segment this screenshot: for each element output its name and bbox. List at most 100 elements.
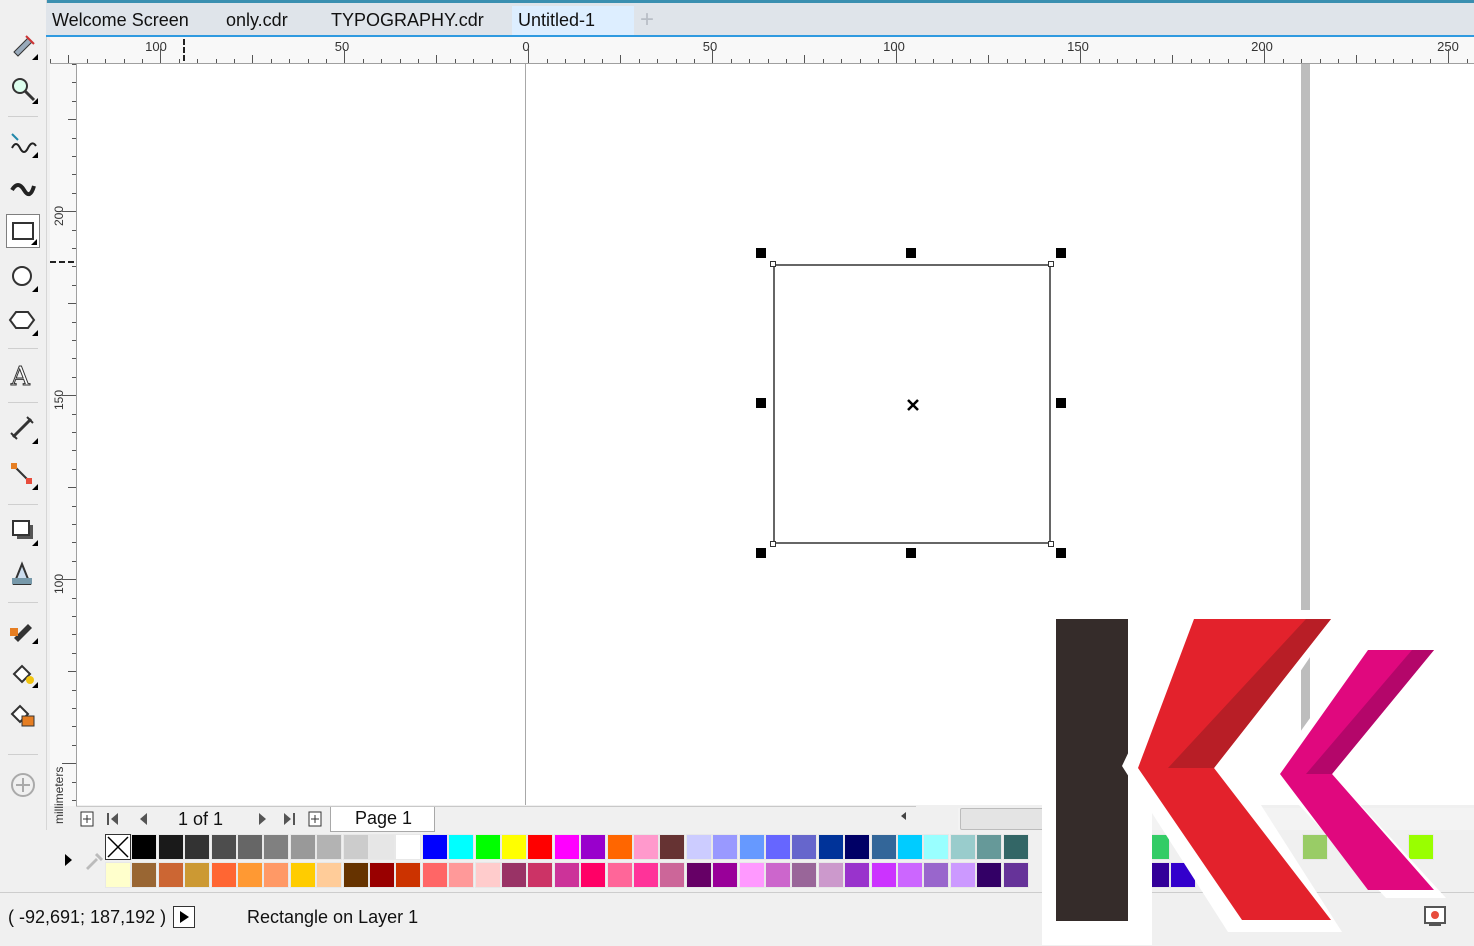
tab-typography-cdr[interactable]: TYPOGRAPHY.cdr <box>325 6 490 35</box>
resize-handle-nw[interactable] <box>756 248 766 258</box>
color-swatch[interactable] <box>316 834 343 860</box>
color-swatch[interactable] <box>791 834 818 860</box>
color-swatch[interactable] <box>369 834 395 860</box>
color-swatch[interactable] <box>712 834 739 860</box>
next-page-button[interactable] <box>254 810 272 830</box>
interactive-fill-tool-button[interactable] <box>6 656 40 690</box>
color-swatch[interactable] <box>448 834 475 860</box>
color-swatch[interactable] <box>289 862 316 888</box>
color-swatch[interactable] <box>949 834 976 860</box>
smart-fill-tool-button[interactable] <box>6 700 40 734</box>
color-swatch[interactable] <box>184 834 211 860</box>
color-swatch[interactable] <box>923 862 950 888</box>
artistic-media-tool-button[interactable] <box>6 170 40 204</box>
add-tool-button[interactable] <box>6 768 40 802</box>
color-swatch[interactable] <box>765 834 791 860</box>
coords-menu-button[interactable] <box>173 906 195 928</box>
horizontal-ruler[interactable]: 100 50 0 50 100 150 200 250 <box>50 37 1474 64</box>
resize-handle-w[interactable] <box>756 398 766 408</box>
color-swatch[interactable] <box>606 834 633 860</box>
color-swatch[interactable] <box>316 862 343 888</box>
rectangle-tool-button[interactable] <box>6 214 40 248</box>
color-swatch[interactable] <box>369 862 395 888</box>
palette-expand-icon[interactable] <box>62 852 74 868</box>
color-swatch[interactable] <box>897 862 923 888</box>
color-swatch[interactable] <box>289 834 316 860</box>
color-swatch[interactable] <box>501 834 527 860</box>
color-swatch[interactable] <box>685 834 712 860</box>
color-swatch[interactable] <box>738 834 765 860</box>
palette-eyedropper-icon[interactable] <box>82 850 104 872</box>
color-swatch[interactable] <box>210 834 237 860</box>
color-swatch[interactable] <box>157 834 184 860</box>
pick-tool-button[interactable] <box>6 28 40 62</box>
color-swatch[interactable] <box>395 862 422 888</box>
color-swatch[interactable] <box>421 834 448 860</box>
color-swatch[interactable] <box>157 862 184 888</box>
color-swatch[interactable] <box>342 834 369 860</box>
ellipse-tool-button[interactable] <box>6 260 40 294</box>
tab-welcome-screen[interactable]: Welcome Screen <box>46 6 195 35</box>
color-swatch[interactable] <box>501 862 527 888</box>
color-swatch[interactable] <box>527 862 554 888</box>
prev-page-button[interactable] <box>134 810 152 830</box>
new-tab-button[interactable]: + <box>640 6 654 35</box>
color-swatch[interactable] <box>659 862 686 888</box>
color-swatch[interactable] <box>237 834 263 860</box>
color-swatch[interactable] <box>633 862 659 888</box>
page-tab-page-1[interactable]: Page 1 <box>330 807 436 832</box>
color-swatch[interactable] <box>870 834 897 860</box>
color-swatch[interactable] <box>923 834 950 860</box>
color-swatch[interactable] <box>580 834 607 860</box>
color-swatch[interactable] <box>131 834 158 860</box>
corner-node[interactable] <box>1048 541 1054 547</box>
color-swatch[interactable] <box>237 862 263 888</box>
color-swatch[interactable] <box>210 862 237 888</box>
color-swatch[interactable] <box>897 834 923 860</box>
corner-node[interactable] <box>1048 261 1054 267</box>
color-swatch[interactable] <box>263 834 290 860</box>
color-swatch[interactable] <box>184 862 211 888</box>
resize-handle-ne[interactable] <box>1056 248 1066 258</box>
color-swatch[interactable] <box>421 862 448 888</box>
color-swatch[interactable] <box>633 834 659 860</box>
color-swatch[interactable] <box>263 862 290 888</box>
color-swatch[interactable] <box>553 834 580 860</box>
color-swatch[interactable] <box>131 862 158 888</box>
color-swatch[interactable] <box>395 834 422 860</box>
color-swatch[interactable] <box>844 862 871 888</box>
scroll-left-button[interactable] <box>892 808 914 828</box>
drop-shadow-tool-button[interactable] <box>6 514 40 548</box>
color-swatch[interactable] <box>976 834 1003 860</box>
color-swatch[interactable] <box>791 862 818 888</box>
color-swatch[interactable] <box>817 834 844 860</box>
add-page-before-button[interactable] <box>78 810 96 830</box>
corner-node[interactable] <box>770 261 776 267</box>
color-swatch[interactable] <box>844 834 871 860</box>
freehand-tool-button[interactable] <box>6 126 40 160</box>
color-swatch[interactable] <box>105 862 131 888</box>
tab-untitled-1[interactable]: Untitled-1 <box>512 6 634 35</box>
color-swatch[interactable] <box>738 862 765 888</box>
add-page-after-button[interactable] <box>306 810 324 830</box>
zoom-tool-button[interactable] <box>6 72 40 106</box>
color-swatch[interactable] <box>606 862 633 888</box>
color-swatch[interactable] <box>527 834 554 860</box>
color-swatch[interactable] <box>870 862 897 888</box>
text-tool-button[interactable]: A <box>6 358 40 392</box>
vertical-ruler[interactable]: 200 150 100 millimeters <box>50 64 77 824</box>
color-swatch[interactable] <box>712 862 739 888</box>
color-swatch[interactable] <box>342 862 369 888</box>
polygon-tool-button[interactable] <box>6 304 40 338</box>
color-swatch[interactable] <box>580 862 607 888</box>
color-swatch[interactable] <box>659 834 686 860</box>
color-swatch[interactable] <box>976 862 1003 888</box>
resize-handle-n[interactable] <box>906 248 916 258</box>
color-swatch[interactable] <box>949 862 976 888</box>
tab-only-cdr[interactable]: only.cdr <box>220 6 294 35</box>
resize-handle-se[interactable] <box>1056 548 1066 558</box>
corner-node[interactable] <box>770 541 776 547</box>
resize-handle-s[interactable] <box>906 548 916 558</box>
color-swatch[interactable] <box>1002 862 1029 888</box>
color-swatch[interactable] <box>474 862 501 888</box>
